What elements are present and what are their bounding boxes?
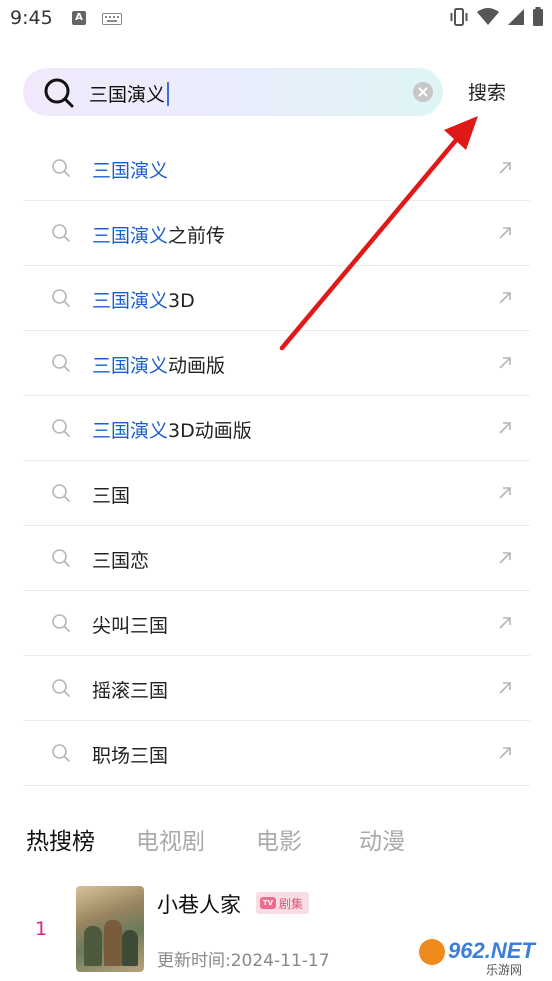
suggestion-item[interactable]: 摇滚三国 [23, 656, 530, 721]
search-icon [52, 159, 70, 177]
tab-anime[interactable]: 动漫 [359, 822, 405, 856]
arrow-up-left-icon[interactable] [498, 746, 512, 760]
arrow-up-left-icon[interactable] [498, 551, 512, 565]
search-icon [52, 419, 70, 437]
suggestion-text: 职场三国 [92, 741, 168, 768]
suggestion-rest: 三国恋 [92, 550, 150, 572]
suggestion-item[interactable]: 三国演义 [23, 136, 530, 201]
search-input[interactable]: 三国演义 [23, 68, 443, 116]
clear-icon[interactable] [413, 82, 433, 102]
suggestion-rest: 3D [168, 290, 195, 312]
suggestion-highlight: 三国演义 [92, 355, 169, 377]
show-title[interactable]: 小巷人家 [157, 889, 241, 919]
search-icon [52, 354, 70, 372]
suggestion-text: 三国演义3D [92, 286, 195, 313]
suggestion-item[interactable]: 三国恋 [23, 526, 530, 591]
search-icon [52, 484, 70, 502]
tv-icon: TV [260, 897, 276, 909]
category-badge: TV 剧集 [256, 892, 310, 914]
cell-signal-icon [508, 9, 524, 25]
search-icon [44, 78, 74, 108]
show-poster[interactable] [76, 886, 144, 972]
suggestion-item[interactable]: 三国演义动画版 [23, 331, 530, 396]
suggestion-text: 三国演义之前传 [92, 221, 225, 248]
arrow-up-left-icon[interactable] [498, 356, 512, 370]
tab-hot-search[interactable]: 热搜榜 [26, 822, 95, 856]
arrow-up-left-icon[interactable] [498, 681, 512, 695]
suggestion-highlight: 三国演义 [92, 160, 169, 182]
suggestion-rest: 3D动画版 [168, 420, 252, 442]
suggestion-item[interactable]: 三国 [23, 461, 530, 526]
watermark-text: 962.NET [448, 938, 536, 963]
arrow-up-left-icon[interactable] [498, 226, 512, 240]
suggestion-text: 三国演义 [92, 156, 168, 183]
suggestion-list: 三国演义 三国演义之前传 三国演义3D 三国演义动画版 三国演义3D动画版 三国 三国恋 尖叫… [23, 136, 530, 786]
rank-number: 1 [35, 918, 48, 940]
status-bar: 9:45 A [0, 0, 552, 40]
text-caret [167, 82, 169, 106]
suggestion-item[interactable]: 三国演义3D动画版 [23, 396, 530, 461]
status-time: 9:45 [10, 7, 53, 29]
keyboard-icon [102, 13, 122, 25]
accessibility-icon: A [72, 11, 86, 25]
suggestion-rest: 之前传 [168, 225, 226, 247]
search-icon [52, 224, 70, 242]
category-badge-label: 剧集 [279, 896, 304, 911]
suggestion-text: 尖叫三国 [92, 611, 168, 638]
vibrate-icon [450, 8, 468, 26]
search-query-text: 三国演义 [89, 80, 169, 107]
search-icon [52, 614, 70, 632]
battery-icon [533, 7, 543, 26]
suggestion-text: 摇滚三国 [92, 676, 168, 703]
search-icon [52, 744, 70, 762]
wifi-icon [477, 8, 499, 25]
suggestion-item[interactable]: 尖叫三国 [23, 591, 530, 656]
arrow-up-left-icon[interactable] [498, 291, 512, 305]
suggestion-highlight: 三国演义 [92, 420, 169, 442]
arrow-up-left-icon[interactable] [498, 161, 512, 175]
tab-movies[interactable]: 电影 [256, 822, 302, 856]
suggestion-text: 三国恋 [92, 546, 149, 573]
suggestion-item[interactable]: 三国演义之前传 [23, 201, 530, 266]
suggestion-highlight: 三国演义 [92, 290, 169, 312]
search-icon [52, 289, 70, 307]
suggestion-text: 三国演义3D动画版 [92, 416, 252, 443]
search-icon [52, 679, 70, 697]
suggestion-rest: 动画版 [168, 355, 226, 377]
suggestion-rest: 尖叫三国 [92, 615, 169, 637]
arrow-up-left-icon[interactable] [498, 421, 512, 435]
suggestion-rest: 摇滚三国 [92, 680, 169, 702]
site-watermark-logo: 962.NET 乐游网 [414, 936, 546, 977]
suggestion-highlight: 三国演义 [92, 225, 169, 247]
search-button[interactable]: 搜索 [468, 78, 506, 105]
update-time: 更新时间:2024-11-17 [157, 951, 330, 971]
search-icon [52, 549, 70, 567]
hot-tabs: 热搜榜 电视剧 电影 动漫 [26, 822, 526, 856]
suggestion-text: 三国演义动画版 [92, 351, 225, 378]
suggestion-item[interactable]: 三国演义3D [23, 266, 530, 331]
tab-tv-series[interactable]: 电视剧 [136, 822, 205, 856]
suggestion-item[interactable]: 职场三国 [23, 721, 530, 786]
suggestion-rest: 职场三国 [92, 745, 169, 767]
arrow-up-left-icon[interactable] [498, 616, 512, 630]
suggestion-rest: 三国 [92, 485, 131, 507]
suggestion-text: 三国 [92, 481, 130, 508]
watermark-subtext: 乐游网 [486, 963, 522, 977]
arrow-up-left-icon[interactable] [498, 486, 512, 500]
